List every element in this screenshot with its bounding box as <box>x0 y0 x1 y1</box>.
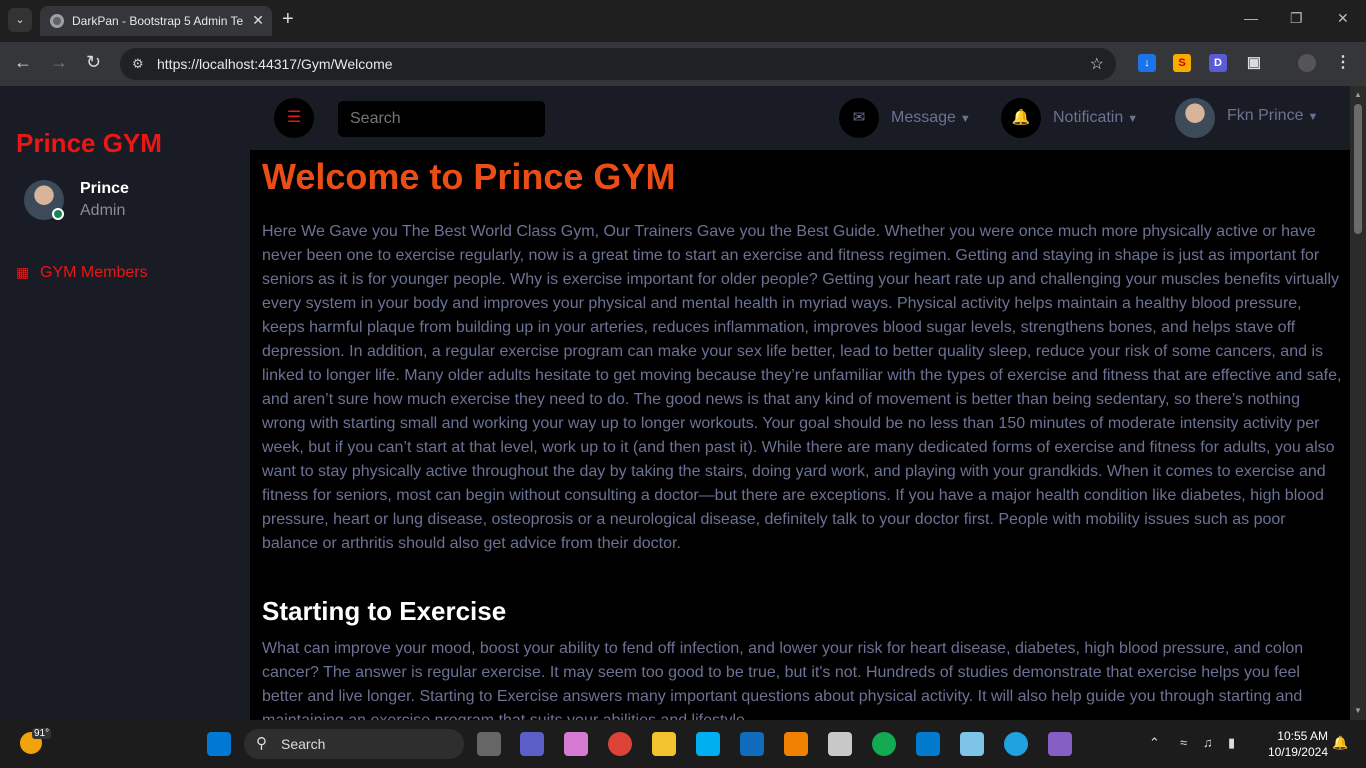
sidebar: Prince GYM Prince Admin ▦ GYM Members <box>0 86 250 720</box>
chevron-down-icon: ▼ <box>1307 111 1319 123</box>
section-title: Starting to Exercise <box>262 596 507 626</box>
tray-chevron-icon[interactable]: ⌃ <box>1149 735 1160 751</box>
url-text[interactable]: https://localhost:44317/Gym/Welcome <box>157 56 393 72</box>
scroll-thumb[interactable] <box>1354 104 1362 234</box>
bell-icon: 🔔 <box>1001 98 1041 138</box>
visual-studio-icon[interactable] <box>1048 732 1072 756</box>
sidebar-item-label: GYM Members <box>40 264 148 281</box>
outlook-icon[interactable] <box>740 732 764 756</box>
notification-label: Notificatin <box>1053 109 1124 126</box>
snipping-tool-icon[interactable] <box>828 732 852 756</box>
intro-paragraph: Here We Gave you The Best World Class Gy… <box>262 223 1342 552</box>
top-navbar: ☰ ✉ Message▼ 🔔 Notificatin▼ Fkn Prince▼ <box>250 86 1350 150</box>
profile-icon[interactable] <box>1298 54 1316 72</box>
browser-tab[interactable]: DarkPan - Bootstrap 5 Admin Te ✕ <box>40 6 272 36</box>
scroll-down-icon[interactable]: ▼ <box>1354 706 1362 715</box>
bookmark-star-icon[interactable]: ☆ <box>1090 54 1104 74</box>
skype-icon[interactable] <box>696 732 720 756</box>
restore-icon[interactable]: ❐ <box>1290 10 1303 27</box>
avatar <box>1175 98 1215 138</box>
notification-dropdown[interactable]: 🔔 Notificatin ▼ <box>1001 98 1161 138</box>
profile-dropdown[interactable]: Fkn Prince ▼ <box>1175 98 1335 138</box>
online-status-icon <box>52 208 64 220</box>
clock-time: 10:55 AM <box>1277 729 1328 743</box>
chrome-icon[interactable] <box>608 732 632 756</box>
tab-search-chevron-icon[interactable]: ⌄ <box>8 8 32 32</box>
site-info-icon[interactable]: ⚙ <box>132 56 144 72</box>
message-dropdown[interactable]: ✉ Message ▼ <box>839 98 989 138</box>
download-extension-icon[interactable]: ↓ <box>1138 54 1156 72</box>
envelope-icon: ✉ <box>839 98 879 138</box>
notepad-icon[interactable] <box>960 732 984 756</box>
sidebar-user-role: Admin <box>80 202 126 219</box>
copilot-icon[interactable] <box>564 732 588 756</box>
more-menu-icon[interactable]: ⋮ <box>1334 54 1352 72</box>
sq-extension-icon[interactable]: S <box>1173 54 1191 72</box>
forward-icon[interactable]: → <box>50 52 68 73</box>
profile-name: Fkn Prince <box>1227 107 1304 124</box>
vlc-icon[interactable] <box>784 732 808 756</box>
battery-icon[interactable]: ▮ <box>1228 735 1235 751</box>
window-close-icon[interactable]: ✕ <box>1337 10 1349 27</box>
search-icon: ⚲ <box>256 735 267 752</box>
page-scrollbar[interactable]: ▲ ▼ <box>1350 86 1366 720</box>
brand-logo[interactable]: Prince GYM <box>16 128 162 159</box>
sidebar-toggle-button[interactable]: ☰ <box>274 98 314 138</box>
chevron-down-icon: ▼ <box>1127 113 1139 125</box>
page-title: Welcome to Prince GYM <box>262 156 676 197</box>
taskbar-search[interactable]: ⚲ Search <box>244 729 464 759</box>
extensions-puzzle-icon[interactable]: ▣ <box>1245 54 1263 72</box>
chevron-down-icon: ▼ <box>959 113 971 125</box>
taskbar-search-label: Search <box>281 736 326 752</box>
notifications-bell-icon[interactable]: 🔔 <box>1332 735 1348 751</box>
new-tab-icon[interactable]: + <box>282 8 294 30</box>
section-paragraph: What can improve your mood, boost your a… <box>262 640 1304 720</box>
close-tab-icon[interactable]: ✕ <box>252 12 264 29</box>
clock[interactable]: 10:55 AM 10/19/2024 <box>1256 728 1328 760</box>
reload-icon[interactable]: ↻ <box>86 52 101 73</box>
back-icon[interactable]: ← <box>14 52 32 73</box>
mongodb-icon[interactable] <box>872 732 896 756</box>
taskbar: 91° ⚲ Search ⌃ ≈ ♫ ▮ 10:55 AM 10/19/2024… <box>0 720 1366 768</box>
weather-temp: 91° <box>32 728 52 739</box>
windows-start-icon[interactable] <box>207 732 231 756</box>
d-extension-icon[interactable]: D <box>1209 54 1227 72</box>
clock-date: 10/19/2024 <box>1267 745 1328 759</box>
address-bar[interactable]: ⚙ https://localhost:44317/Gym/Welcome ☆ <box>120 48 1116 80</box>
vscode-icon[interactable] <box>916 732 940 756</box>
file-explorer-icon[interactable] <box>652 732 676 756</box>
edge-icon[interactable] <box>1004 732 1028 756</box>
hamburger-icon: ☰ <box>286 109 302 126</box>
meet-icon[interactable] <box>520 732 544 756</box>
volume-icon[interactable]: ♫ <box>1203 735 1213 750</box>
table-icon: ▦ <box>16 264 30 280</box>
tab-title: DarkPan - Bootstrap 5 Admin Te <box>72 14 244 28</box>
message-label: Message <box>891 109 956 126</box>
task-view-icon[interactable] <box>477 732 501 756</box>
sidebar-item-gym-members[interactable]: ▦ GYM Members <box>16 264 148 282</box>
favicon-icon <box>50 14 64 28</box>
sidebar-user-name: Prince <box>80 180 129 197</box>
wifi-icon[interactable]: ≈ <box>1180 735 1187 750</box>
browser-tab-bar: ⌄ DarkPan - Bootstrap 5 Admin Te ✕ + — ❐… <box>0 0 1366 42</box>
scroll-up-icon[interactable]: ▲ <box>1354 90 1362 99</box>
search-input[interactable] <box>338 101 545 137</box>
main-content: Welcome to Prince GYM Here We Gave you T… <box>250 150 1350 720</box>
browser-toolbar: ← → ↻ ⚙ https://localhost:44317/Gym/Welc… <box>0 42 1366 86</box>
minimize-icon[interactable]: — <box>1244 10 1258 26</box>
